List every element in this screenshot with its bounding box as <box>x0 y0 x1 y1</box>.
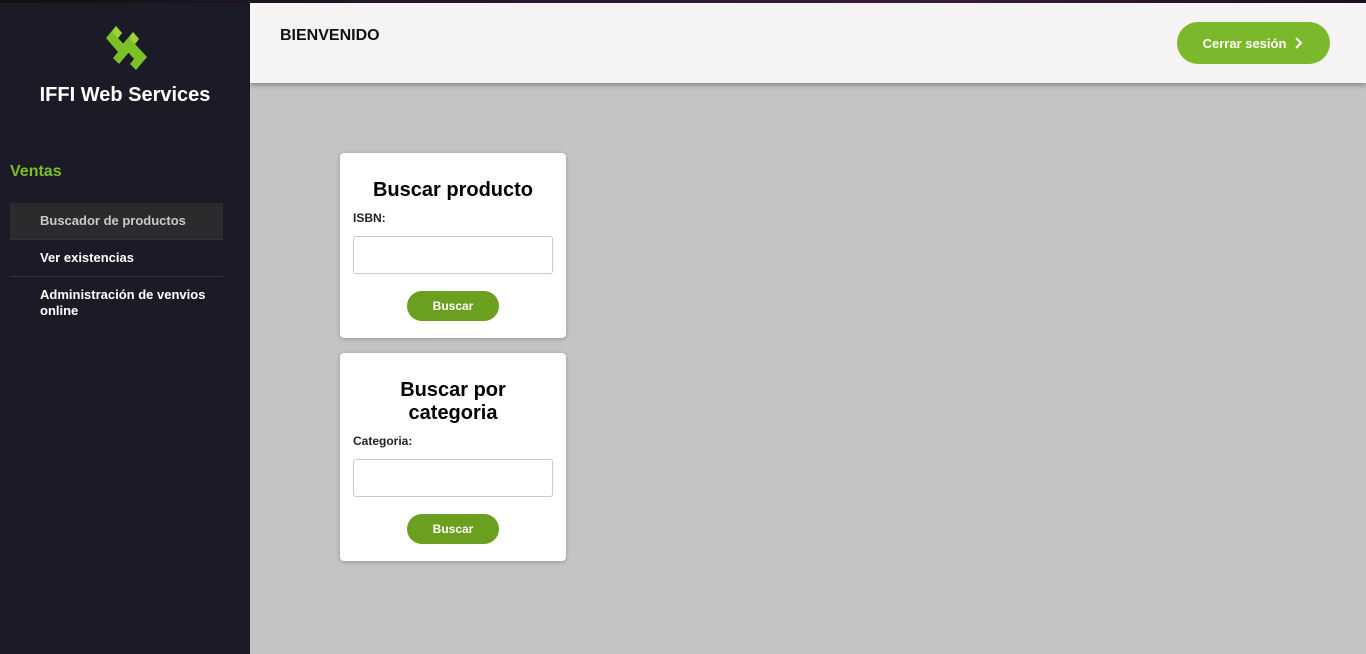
brand-title: IFFI Web Services <box>39 84 211 106</box>
search-product-card: Buscar producto ISBN: Buscar <box>340 153 566 338</box>
sidebar-item-ver-existencias[interactable]: Ver existencias <box>10 240 223 277</box>
chevron-right-icon <box>1295 37 1303 49</box>
sidebar-section-ventas: Ventas <box>10 163 62 180</box>
double-chevron-logo-icon <box>106 26 147 70</box>
header: BIENVENIDO Cerrar sesión <box>250 3 1366 83</box>
logout-label: Cerrar sesión <box>1202 35 1287 51</box>
search-category-button[interactable]: Buscar <box>407 514 499 544</box>
sidebar-item-administracion-envios[interactable]: Administración de venvios online <box>10 277 223 329</box>
isbn-label: ISBN: <box>353 211 386 225</box>
category-label: Categoria: <box>353 434 413 448</box>
category-input[interactable] <box>353 459 553 497</box>
card-title: Buscar producto <box>372 179 534 201</box>
search-isbn-button[interactable]: Buscar <box>407 291 499 321</box>
isbn-input[interactable] <box>353 236 553 274</box>
top-strip <box>0 0 1366 3</box>
page-title: BIENVENIDO <box>280 27 380 44</box>
sidebar: IFFI Web Services Ventas Buscador de pro… <box>0 0 250 654</box>
sidebar-nav: Buscador de productos Ver existencias Ad… <box>10 203 223 329</box>
sidebar-item-buscador-de-productos[interactable]: Buscador de productos <box>10 203 223 240</box>
search-category-card: Buscar por categoria Categoria: Buscar <box>340 353 566 561</box>
card-title: Buscar por categoria <box>400 379 506 424</box>
logout-button[interactable]: Cerrar sesión <box>1177 22 1330 64</box>
